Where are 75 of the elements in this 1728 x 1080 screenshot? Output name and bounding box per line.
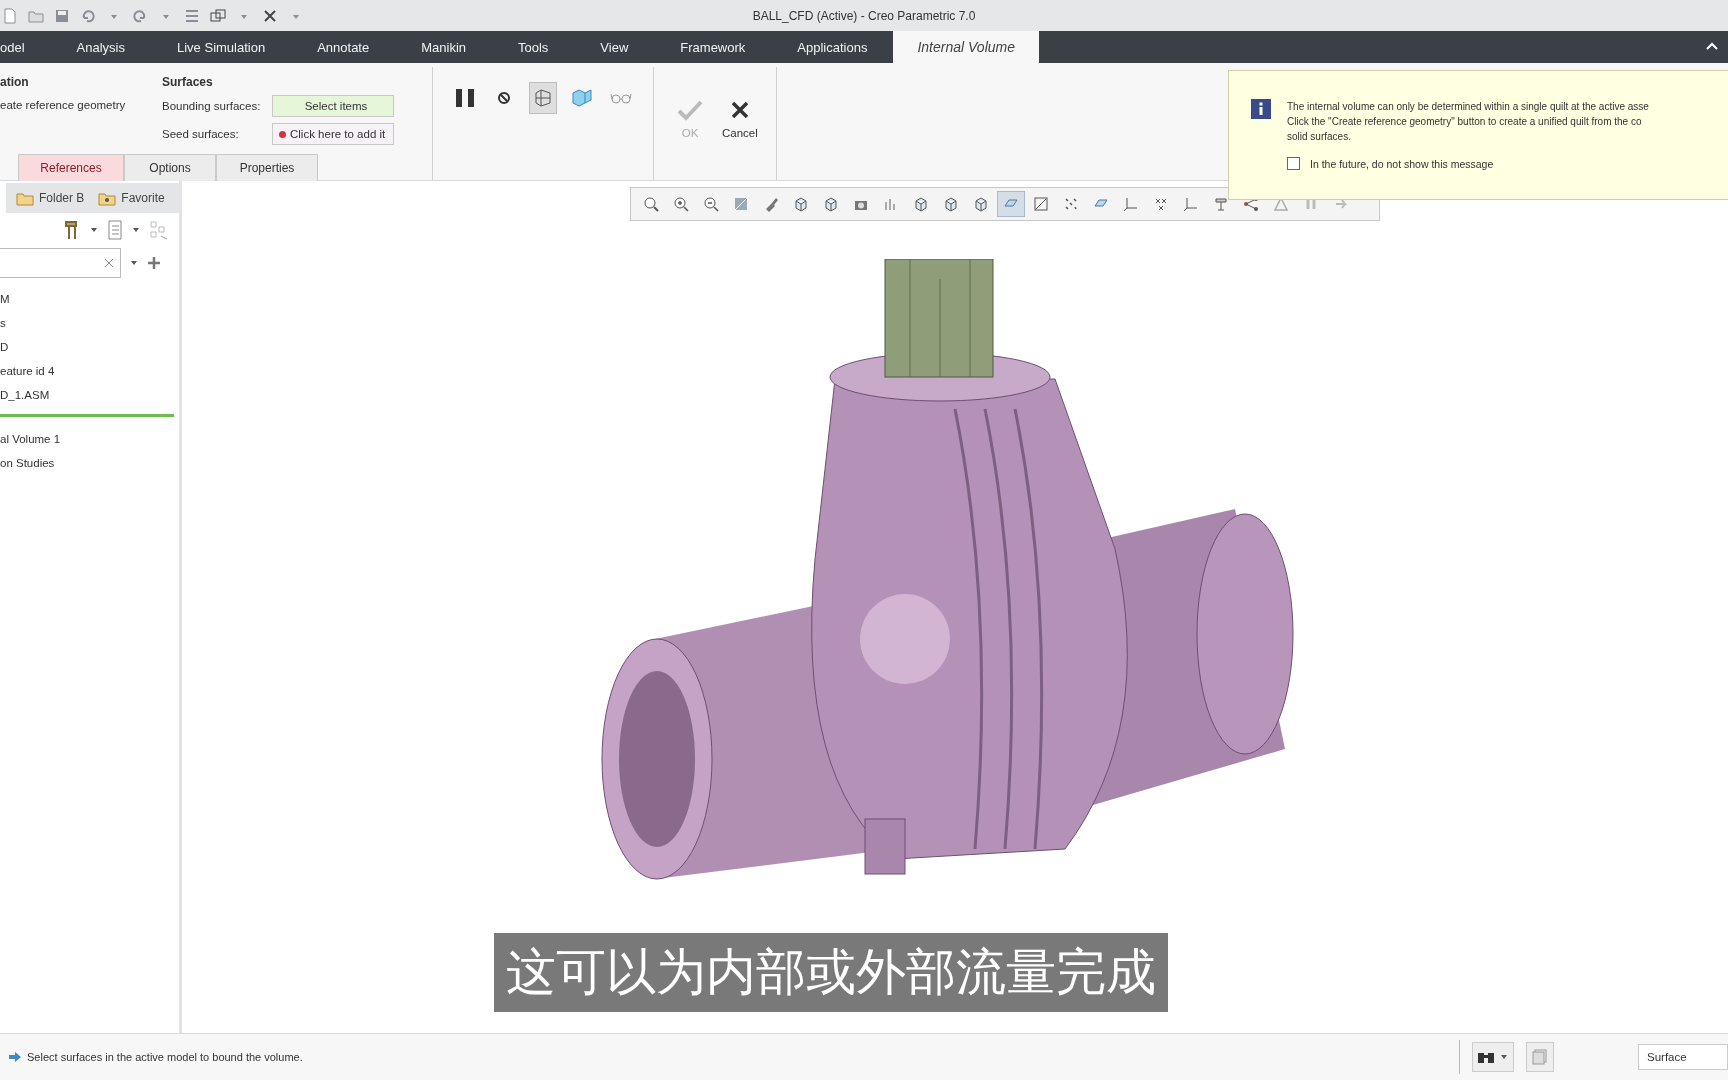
message-text: Click the "Create reference geometry" button to create a unified quilt from the co: [1287, 115, 1643, 129]
cube-icon: [793, 196, 809, 212]
folder-icon: [98, 190, 117, 206]
ribbon-tab[interactable]: Internal Volume: [893, 31, 1039, 63]
field-label: Seed surfaces:: [162, 128, 240, 140]
plus-icon[interactable]: [147, 256, 161, 270]
create-geometry-button[interactable]: eate reference geometry: [0, 99, 150, 111]
list-icon[interactable]: [107, 220, 123, 240]
cancel-button[interactable]: Cancel: [720, 99, 760, 145]
info-icon: [1251, 99, 1271, 119]
tree-filter-icon[interactable]: [149, 220, 169, 240]
layers-icon: [1531, 1048, 1549, 1066]
arrow-icon: [8, 1051, 22, 1063]
axis-icon: [1123, 196, 1139, 212]
tree-item[interactable]: M: [0, 287, 179, 311]
floppy-icon[interactable]: [54, 7, 70, 24]
selection-button[interactable]: [1526, 1042, 1554, 1072]
zoom-in-icon: [673, 196, 689, 212]
panel-tab[interactable]: Options: [124, 154, 216, 181]
clear-icon[interactable]: [104, 258, 114, 268]
list-icon[interactable]: [184, 7, 200, 24]
checkmark-icon: [676, 99, 704, 121]
tree-item[interactable]: al Volume 1: [0, 427, 179, 451]
slash-icon: [1033, 196, 1049, 212]
required-dot-icon: [279, 130, 286, 138]
cube-icon: [973, 196, 989, 212]
undo-icon[interactable]: [80, 7, 96, 24]
folder-icon: [16, 190, 34, 206]
document-icon[interactable]: [2, 7, 18, 24]
tree-item[interactable]: s: [0, 311, 179, 335]
ribbon-tab[interactable]: Tools: [492, 31, 575, 63]
magnifier-icon: [643, 196, 659, 212]
zoom-out-icon: [703, 196, 719, 212]
tree-item[interactable]: on Studies: [0, 451, 179, 475]
message-text: solid surfaces.: [1287, 130, 1352, 144]
windows-icon[interactable]: [210, 7, 226, 24]
dont-show-checkbox[interactable]: In the future, do not show this message: [1287, 157, 1649, 170]
ribbon-tab[interactable]: View: [574, 31, 655, 63]
cross-icon: [1153, 196, 1169, 212]
ribbon-tab[interactable]: Applications: [771, 31, 894, 63]
message-text: The internal volume can only be determined within a single quilt at the active asse: [1287, 100, 1649, 114]
square-icon: [733, 196, 749, 212]
cube-icon: [823, 196, 839, 212]
ribbon-tab[interactable]: Framework: [654, 31, 772, 63]
collector-field[interactable]: Select items: [272, 95, 394, 117]
status-message: Select surfaces in the active model to bound the volume.: [27, 1051, 303, 1063]
group-title: ation: [0, 75, 30, 89]
window-title: BALL_CFD (Active) - Creo Parametric 7.0: [752, 8, 976, 23]
tree-item[interactable]: D: [0, 335, 179, 359]
video-subtitle: 这可以为内部或外部流量完成: [494, 933, 1168, 1012]
cube-icon: [913, 196, 929, 212]
collapse-icon[interactable]: [1706, 41, 1718, 51]
ribbon-tab[interactable]: odel: [0, 31, 51, 63]
ribbon-tab[interactable]: Annotate: [291, 31, 396, 63]
panel-tab[interactable]: References: [18, 154, 124, 181]
redo-icon[interactable]: [132, 7, 148, 24]
navigator-tab[interactable]: Folder B: [16, 190, 85, 206]
collector-field[interactable]: Click here to add it: [272, 123, 394, 145]
points-icon: [1063, 196, 1079, 212]
ribbon-tab[interactable]: Analysis: [50, 31, 151, 63]
filter-field[interactable]: Surface: [1638, 1044, 1728, 1070]
panel-tab[interactable]: Properties: [216, 154, 318, 181]
find-button[interactable]: [1472, 1042, 1514, 1072]
navigator-tab[interactable]: Favorite: [98, 190, 165, 206]
field-label: Bounding surfaces:: [162, 100, 262, 112]
group-title: Surfaces: [162, 75, 214, 89]
ribbon-tab[interactable]: Manikin: [395, 31, 492, 63]
axis-icon: [1183, 196, 1199, 212]
preview-button[interactable]: [529, 82, 557, 114]
search-field[interactable]: [0, 248, 121, 278]
cube-icon: [943, 196, 959, 212]
ribbon-tab[interactable]: Live Simulation: [151, 31, 292, 63]
tree-item[interactable]: D_1.ASM: [0, 383, 179, 407]
tree-item[interactable]: eature id 4: [0, 359, 179, 383]
close-window-icon[interactable]: [262, 7, 278, 24]
